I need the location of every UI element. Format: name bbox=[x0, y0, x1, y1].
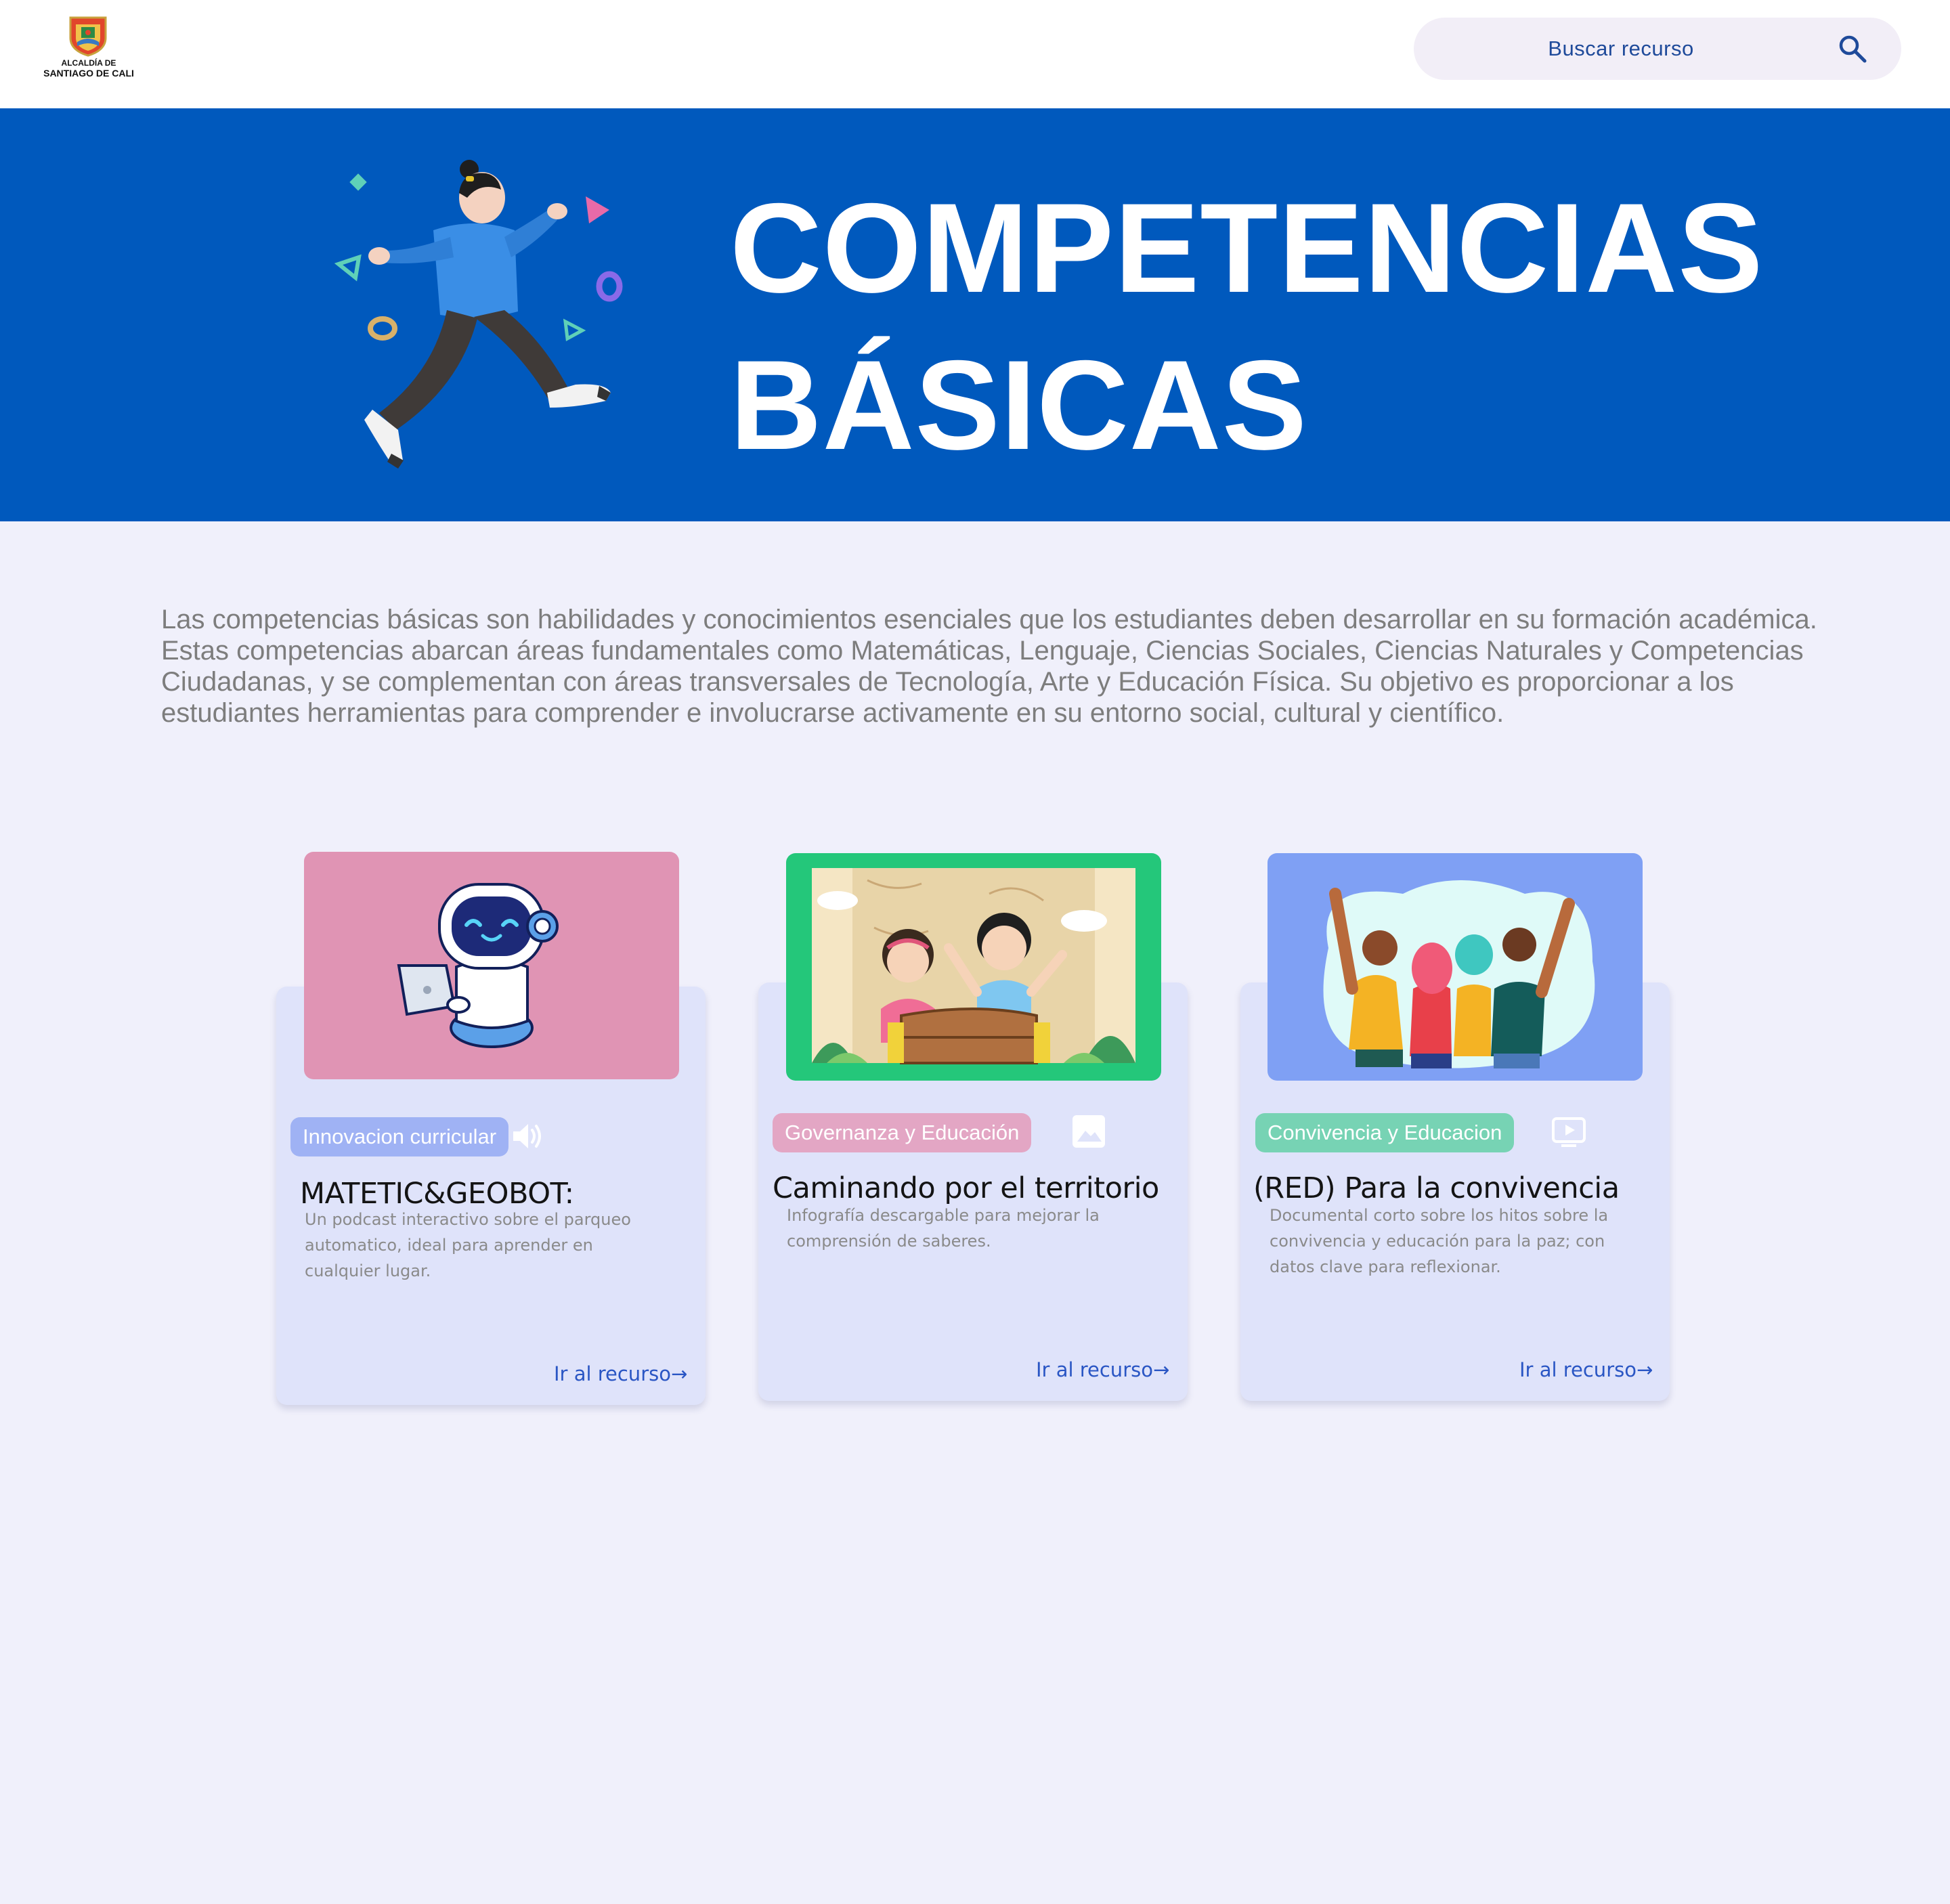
page-title: COMPETENCIAS BÁSICAS bbox=[730, 169, 1881, 483]
walking-person-illustration bbox=[334, 160, 623, 469]
card-title: (RED) Para la convivencia bbox=[1253, 1171, 1620, 1205]
page-title-line-1: COMPETENCIAS bbox=[730, 177, 1764, 319]
go-to-resource-link[interactable]: Ir al recurso→ bbox=[1519, 1358, 1653, 1381]
card-image-robot bbox=[304, 852, 679, 1079]
card-title: Caminando por el territorio bbox=[773, 1171, 1159, 1205]
search-input[interactable]: Buscar recurso bbox=[1414, 18, 1828, 80]
alcaldia-logo[interactable]: ALCALDÍA DE SANTIAGO DE CALI bbox=[43, 15, 134, 83]
search-icon[interactable] bbox=[1836, 33, 1869, 65]
category-tag[interactable]: Governanza y Educación bbox=[773, 1113, 1032, 1152]
logo-line-2: SANTIAGO DE CALI bbox=[43, 68, 134, 79]
category-tag[interactable]: Innovacion curricular bbox=[290, 1117, 509, 1156]
hero-banner: COMPETENCIAS BÁSICAS bbox=[0, 108, 1950, 521]
robot-illustration bbox=[397, 883, 559, 1048]
image-icon bbox=[1072, 1115, 1105, 1148]
audio-icon bbox=[513, 1124, 541, 1148]
search-bar[interactable]: Buscar recurso bbox=[1414, 18, 1901, 80]
top-header: ALCALDÍA DE SANTIAGO DE CALI Buscar recu… bbox=[0, 0, 1950, 108]
coat-of-arms-icon bbox=[69, 16, 107, 57]
logo-caption: ALCALDÍA DE SANTIAGO DE CALI bbox=[43, 58, 134, 79]
video-icon bbox=[1552, 1117, 1586, 1147]
card-image-children bbox=[786, 853, 1161, 1081]
card-description: Documental corto sobre los hitos sobre l… bbox=[1270, 1206, 1609, 1276]
page-title-line-2: BÁSICAS bbox=[730, 334, 1308, 476]
logo-line-1: ALCALDÍA DE bbox=[61, 58, 116, 68]
children-map-illustration bbox=[812, 868, 1135, 1064]
go-to-resource-link[interactable]: Ir al recurso→ bbox=[554, 1362, 687, 1385]
intro-paragraph: Las competencias básicas son habilidades… bbox=[161, 605, 1817, 728]
go-to-resource-link[interactable]: Ir al recurso→ bbox=[1036, 1358, 1169, 1381]
card-description: Infografía descargable para mejorar la c… bbox=[787, 1206, 1100, 1251]
category-tag[interactable]: Convivencia y Educacion bbox=[1255, 1113, 1515, 1152]
card-description: Un podcast interactivo sobre el parqueo … bbox=[305, 1210, 631, 1280]
friends-group-illustration bbox=[1323, 880, 1595, 1068]
card-title: MATETIC&GEOBOT: bbox=[300, 1177, 574, 1211]
card-image-friends bbox=[1268, 853, 1643, 1081]
